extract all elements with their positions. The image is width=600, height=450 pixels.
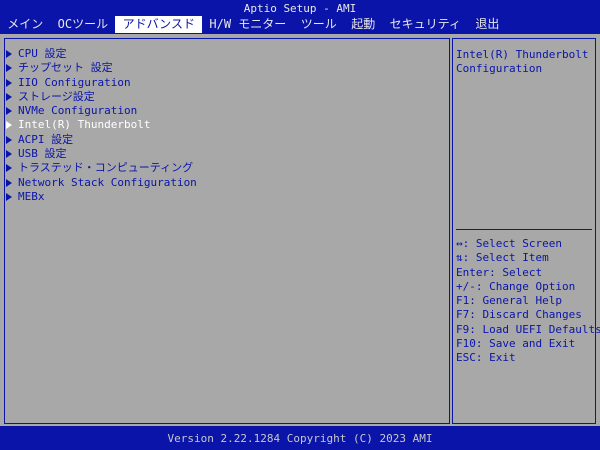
settings-item-label: Intel(R) Thunderbolt bbox=[18, 118, 151, 132]
submenu-arrow-icon bbox=[6, 164, 12, 173]
settings-item-label: トラステッド・コンピューティング bbox=[18, 161, 194, 175]
settings-item-label: IIO Configuration bbox=[18, 75, 131, 89]
menu-tab-4[interactable]: ツール bbox=[294, 16, 344, 33]
submenu-arrow-icon bbox=[6, 121, 12, 130]
key-legend: ↔: Select Screen ⇅: Select Item Enter: Sel… bbox=[456, 237, 600, 366]
submenu-arrow-icon bbox=[6, 50, 12, 58]
key-legend-line: Enter: Select bbox=[456, 265, 543, 279]
menu-tab-3[interactable]: H/W モニター bbox=[202, 16, 293, 33]
settings-item-label: USB 設定 bbox=[18, 147, 67, 161]
submenu-arrow-icon bbox=[6, 178, 12, 187]
settings-item-6[interactable]: ACPI 設定 bbox=[6, 133, 197, 147]
submenu-arrow-icon bbox=[6, 64, 12, 73]
settings-item-label: Network Stack Configuration bbox=[18, 175, 197, 189]
settings-item-9[interactable]: Network Stack Configuration bbox=[6, 176, 197, 190]
submenu-arrow-icon bbox=[6, 135, 12, 144]
settings-item-3[interactable]: ストレージ設定 bbox=[6, 90, 197, 104]
settings-item-label: チップセット 設定 bbox=[18, 61, 113, 75]
settings-item-2[interactable]: IIO Configuration bbox=[6, 76, 197, 90]
help-panel: Intel(R) Thunderbolt Configuration ↔: Se… bbox=[452, 38, 600, 424]
top-menu-bar: メイン OCツール アドバンスド H/W モニター ツール 起動 セキュリティ … bbox=[0, 16, 600, 33]
settings-item-10[interactable]: MEBx bbox=[6, 190, 197, 204]
menu-tab-2[interactable]: アドバンスド bbox=[115, 16, 203, 33]
help-divider bbox=[456, 229, 592, 230]
submenu-arrow-icon bbox=[6, 78, 12, 87]
key-legend-line: ESC: Exit bbox=[456, 351, 516, 365]
settings-panel: CPU 設定 チップセット 設定 IIO Configuration ストレージ設定 N… bbox=[4, 38, 450, 424]
key-legend-line: F10: Save and Exit bbox=[456, 337, 576, 351]
submenu-arrow-icon bbox=[6, 92, 12, 101]
settings-item-8[interactable]: トラステッド・コンピューティング bbox=[6, 161, 197, 175]
settings-item-1[interactable]: チップセット 設定 bbox=[6, 61, 197, 75]
settings-item-5[interactable]: Intel(R) Thunderbolt bbox=[6, 118, 197, 132]
settings-item-0[interactable]: CPU 設定 bbox=[6, 47, 197, 61]
settings-item-4[interactable]: NVMe Configuration bbox=[6, 104, 197, 118]
key-legend-line: F1: General Help bbox=[456, 294, 562, 308]
key-legend-line: ↔: Select Screen bbox=[456, 237, 562, 250]
menu-tab-6[interactable]: セキュリティ bbox=[382, 16, 468, 33]
menu-tab-0[interactable]: メイン bbox=[0, 16, 50, 33]
menu-tab-7[interactable]: 退出 bbox=[468, 16, 499, 33]
key-legend-line: ⇅: Select Item bbox=[456, 251, 549, 265]
help-description: Intel(R) Thunderbolt Configuration bbox=[456, 48, 589, 75]
content-area: CPU 設定 チップセット 設定 IIO Configuration ストレージ設定 N… bbox=[0, 34, 600, 426]
settings-list: CPU 設定 チップセット 設定 IIO Configuration ストレージ設定 N… bbox=[6, 47, 197, 204]
key-legend-line: F9: Load UEFI Defaults bbox=[456, 322, 600, 336]
key-legend-line: F7: Discard Changes bbox=[456, 308, 582, 322]
menu-tab-1[interactable]: OCツール bbox=[50, 16, 115, 33]
bios-screen: Aptio Setup - AMI メイン OCツール アドバンスド H/W モ… bbox=[0, 0, 600, 450]
menu-tab-5[interactable]: 起動 bbox=[344, 16, 382, 33]
settings-item-label: MEBx bbox=[18, 189, 45, 203]
submenu-arrow-icon bbox=[6, 150, 12, 159]
submenu-arrow-icon bbox=[6, 192, 12, 201]
version-footer: Version 2.22.1284 Copyright (C) 2023 AMI bbox=[167, 432, 433, 445]
settings-item-label: ACPI 設定 bbox=[18, 132, 74, 146]
key-legend-line: +/-: Change Option bbox=[456, 279, 576, 293]
settings-item-label: CPU 設定 bbox=[18, 47, 67, 60]
settings-item-label: ストレージ設定 bbox=[18, 89, 95, 103]
app-title: Aptio Setup - AMI bbox=[243, 2, 357, 15]
settings-item-label: NVMe Configuration bbox=[18, 104, 138, 118]
submenu-arrow-icon bbox=[6, 107, 12, 116]
settings-item-7[interactable]: USB 設定 bbox=[6, 147, 197, 161]
